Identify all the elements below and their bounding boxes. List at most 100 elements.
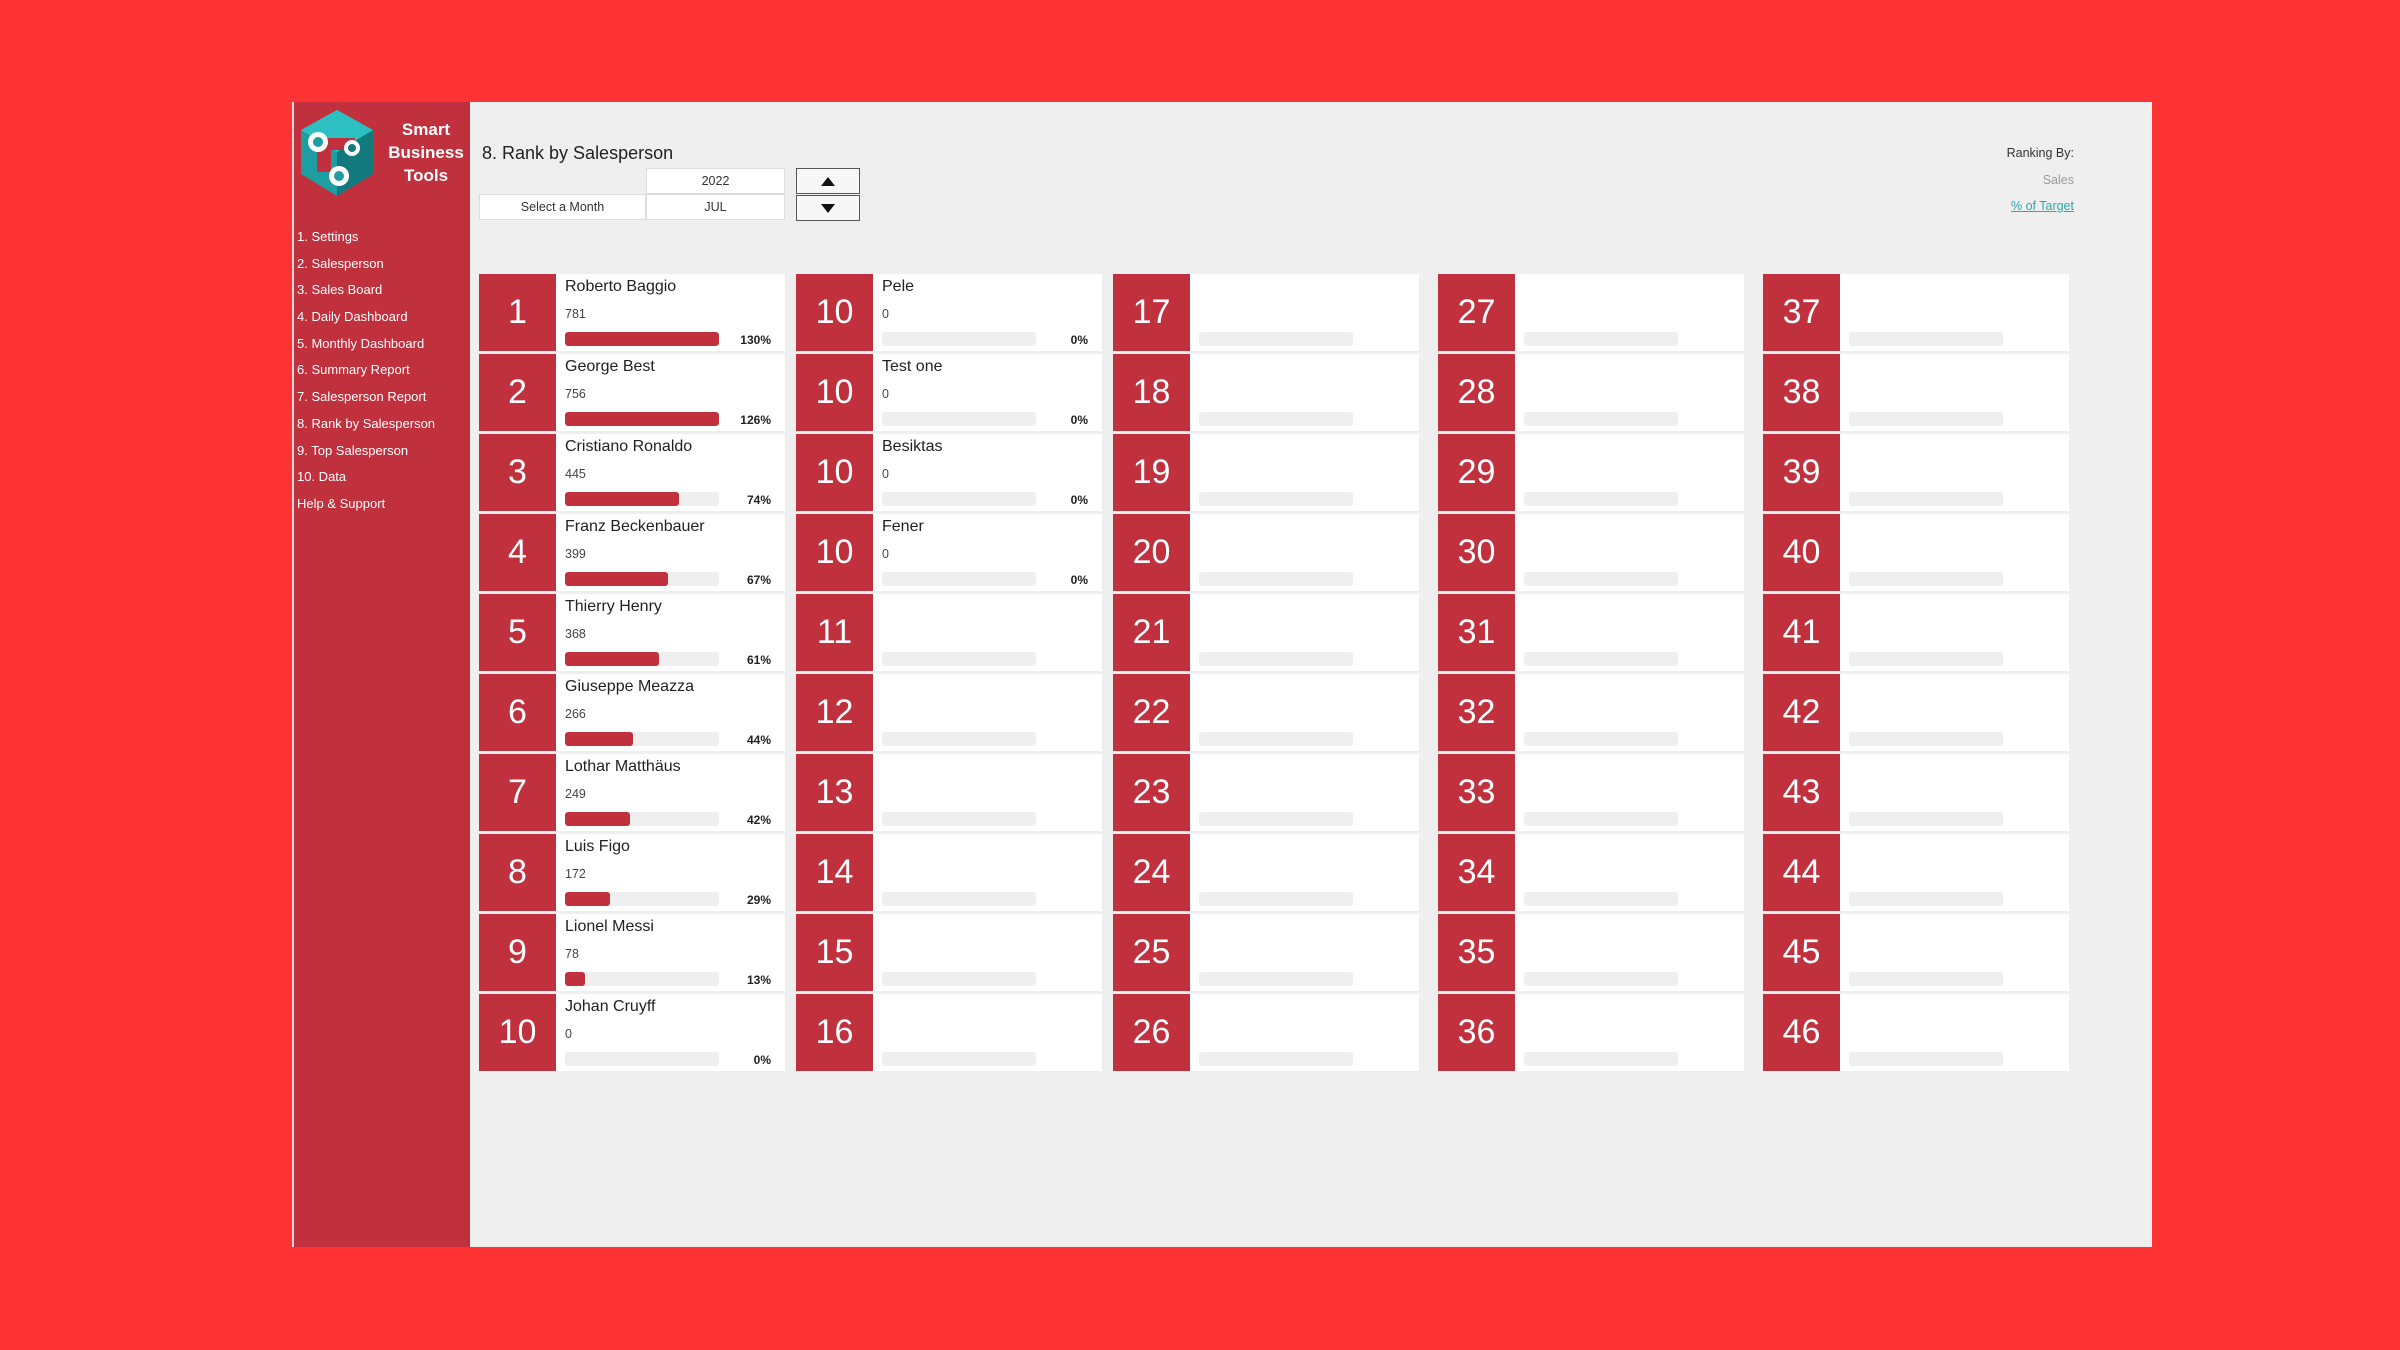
rank-card: 10 Pele 0 0% — [796, 274, 1102, 351]
progress-bar — [1849, 652, 2003, 666]
rank-card: 25 — [1113, 914, 1419, 991]
progress-fill — [565, 492, 679, 506]
progress-bar — [1199, 812, 1353, 826]
progress-bar — [882, 892, 1036, 906]
rank-card: 11 — [796, 594, 1102, 671]
progress-bar — [882, 732, 1036, 746]
sidebar-item-help-support[interactable]: Help & Support — [297, 491, 435, 518]
sidebar-item-summary-report[interactable]: 6. Summary Report — [297, 357, 435, 384]
sidebar-item-salesperson-report[interactable]: 7. Salesperson Report — [297, 384, 435, 411]
rank-card: 10 Fener 0 0% — [796, 514, 1102, 591]
rank-card: 5 Thierry Henry 368 61% — [479, 594, 785, 671]
progress-bar — [1199, 732, 1353, 746]
progress-bar — [882, 812, 1036, 826]
rank-number: 35 — [1438, 914, 1515, 991]
rank-number: 37 — [1763, 274, 1840, 351]
rank-card: 8 Luis Figo 172 29% — [479, 834, 785, 911]
progress-bar — [1199, 892, 1353, 906]
sales-value: 756 — [565, 387, 586, 401]
progress-bar — [1524, 572, 1678, 586]
sidebar-item-data[interactable]: 10. Data — [297, 464, 435, 491]
brand-line: Business — [388, 143, 464, 162]
sidebar-nav: 1. Settings 2. Salesperson 3. Sales Boar… — [297, 224, 435, 518]
rank-number: 9 — [479, 914, 556, 991]
salesperson-name: Lothar Matthäus — [565, 758, 681, 775]
rank-number: 24 — [1113, 834, 1190, 911]
sidebar-item-salesperson[interactable]: 2. Salesperson — [297, 251, 435, 278]
rank-card: 43 — [1763, 754, 2069, 831]
sidebar-item-sales-board[interactable]: 3. Sales Board — [297, 277, 435, 304]
rank-number: 42 — [1763, 674, 1840, 751]
sidebar-item-settings[interactable]: 1. Settings — [297, 224, 435, 251]
progress-bar — [565, 332, 719, 346]
rank-number: 39 — [1763, 434, 1840, 511]
hexagon-logo-icon — [301, 110, 373, 196]
ranking-option-target[interactable]: % of Target — [2011, 199, 2074, 213]
target-percent: 44% — [746, 733, 771, 747]
sales-value: 368 — [565, 627, 586, 641]
sales-value: 0 — [565, 1027, 572, 1041]
salesperson-name: Johan Cruyff — [565, 998, 656, 1015]
month-down-button[interactable] — [796, 195, 860, 221]
rank-card: 26 — [1113, 994, 1419, 1071]
sidebar-item-monthly-dashboard[interactable]: 5. Monthly Dashboard — [297, 331, 435, 358]
rank-card: 3 Cristiano Ronaldo 445 74% — [479, 434, 785, 511]
target-percent: 0% — [1070, 573, 1088, 587]
progress-bar — [1849, 332, 2003, 346]
rank-card: 14 — [796, 834, 1102, 911]
progress-bar — [1524, 972, 1678, 986]
progress-bar — [882, 412, 1036, 426]
sales-value: 172 — [565, 867, 586, 881]
progress-bar — [1849, 1052, 2003, 1066]
sidebar: Smart Business Tools 1. Settings 2. Sale… — [292, 102, 470, 1247]
rank-number: 4 — [479, 514, 556, 591]
sidebar-item-top-salesperson[interactable]: 9. Top Salesperson — [297, 438, 435, 465]
brand-name: Smart Business Tools — [382, 118, 470, 187]
progress-bar — [565, 492, 719, 506]
page-title: 8. Rank by Salesperson — [482, 143, 674, 163]
rank-card: 19 — [1113, 434, 1419, 511]
rank-number: 31 — [1438, 594, 1515, 671]
progress-bar — [882, 492, 1036, 506]
progress-bar — [1524, 812, 1678, 826]
rank-card: 2 George Best 756 126% — [479, 354, 785, 431]
rank-number: 30 — [1438, 514, 1515, 591]
app-window: Smart Business Tools 1. Settings 2. Sale… — [292, 102, 2152, 1247]
salesperson-name: Giuseppe Meazza — [565, 678, 694, 695]
month-up-button[interactable] — [796, 168, 860, 194]
progress-bar — [1524, 1052, 1678, 1066]
month-field[interactable]: JUL — [646, 194, 785, 220]
sidebar-item-rank-by-salesperson[interactable]: 8. Rank by Salesperson — [297, 411, 435, 438]
rank-number: 41 — [1763, 594, 1840, 671]
rank-card: 9 Lionel Messi 78 13% — [479, 914, 785, 991]
brand-line: Smart — [401, 120, 451, 139]
progress-bar — [882, 332, 1036, 346]
progress-bar — [1524, 412, 1678, 426]
rank-card: 35 — [1438, 914, 1744, 991]
rank-card: 27 — [1438, 274, 1744, 351]
year-field[interactable]: 2022 — [646, 168, 785, 194]
salesperson-name: Test one — [882, 358, 943, 375]
triangle-down-icon — [821, 203, 835, 213]
target-percent: 130% — [740, 333, 771, 347]
progress-bar — [1524, 492, 1678, 506]
rank-card: 46 — [1763, 994, 2069, 1071]
rank-card: 41 — [1763, 594, 2069, 671]
brand-line: Tools — [403, 166, 449, 185]
rank-card: 13 — [796, 754, 1102, 831]
ranking-by-label: Ranking By: — [2006, 146, 2074, 160]
rank-number: 8 — [479, 834, 556, 911]
progress-bar — [882, 572, 1036, 586]
sidebar-item-daily-dashboard[interactable]: 4. Daily Dashboard — [297, 304, 435, 331]
rank-number: 13 — [796, 754, 873, 831]
rank-card: 20 — [1113, 514, 1419, 591]
progress-fill — [565, 332, 719, 346]
progress-bar — [1524, 652, 1678, 666]
sales-value: 78 — [565, 947, 579, 961]
target-percent: 0% — [1070, 493, 1088, 507]
progress-bar — [1199, 332, 1353, 346]
sales-value: 445 — [565, 467, 586, 481]
ranking-option-sales[interactable]: Sales — [2043, 173, 2074, 187]
rank-number: 10 — [796, 274, 873, 351]
rank-card: 32 — [1438, 674, 1744, 751]
